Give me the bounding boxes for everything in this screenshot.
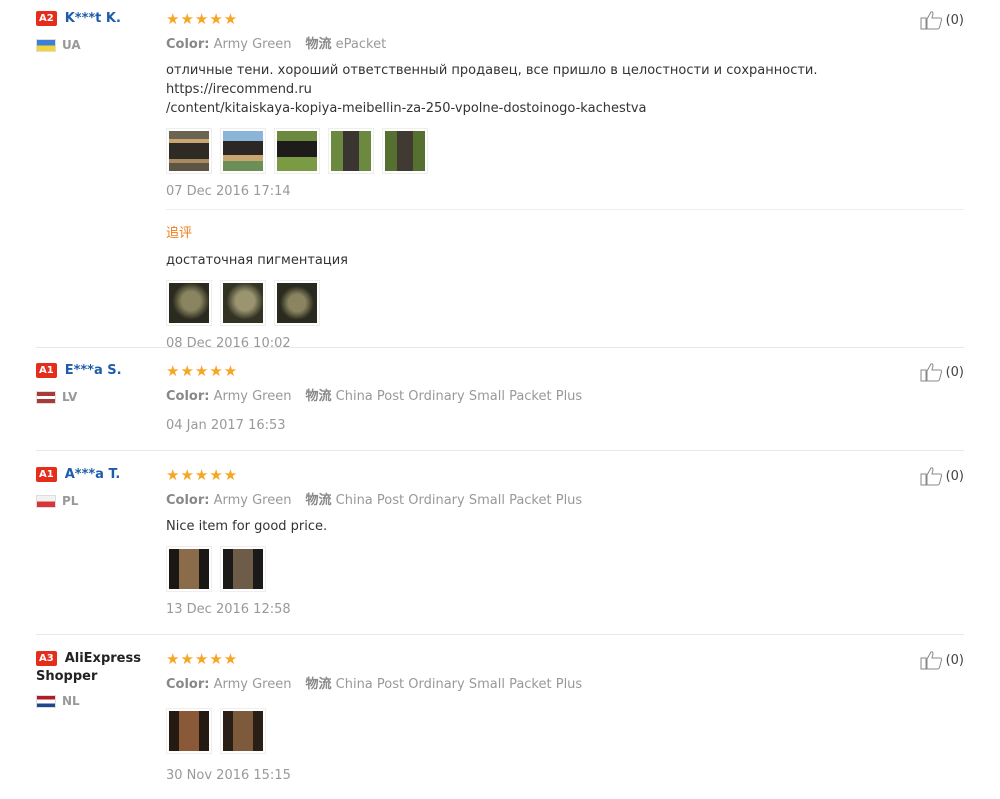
review-photo[interactable] — [328, 128, 374, 174]
order-info: Color: Army Green 物流 ePacket — [166, 37, 387, 52]
review-photo[interactable] — [220, 280, 266, 326]
followup-text: достаточная пигментация — [166, 253, 348, 268]
reviewer-name[interactable]: E***a S. — [65, 363, 122, 378]
flag-icon — [36, 390, 56, 404]
country-code: LV — [62, 390, 78, 404]
divider — [36, 347, 964, 348]
country-code: PL — [62, 494, 79, 508]
reviewer-info: A1 A***a T. PL — [36, 466, 156, 508]
review-date: 04 Jan 2017 16:53 — [166, 418, 286, 433]
order-info: Color: Army Green 物流 China Post Ordinary … — [166, 677, 583, 692]
level-badge: A3 — [36, 651, 57, 666]
review-photos — [166, 546, 964, 592]
like-button[interactable]: (0) — [920, 466, 964, 486]
reviewer-info: A1 E***a S. LV — [36, 362, 156, 404]
review-photos — [166, 128, 964, 174]
review-photo[interactable] — [166, 280, 212, 326]
review-photo[interactable] — [166, 546, 212, 592]
level-badge: A1 — [36, 363, 57, 378]
review-photo[interactable] — [166, 128, 212, 174]
country-code: NL — [62, 694, 80, 708]
review-text: Nice item for good price. — [166, 519, 328, 534]
like-count: (0) — [945, 364, 964, 380]
review-photo[interactable] — [166, 708, 212, 754]
level-badge: A2 — [36, 11, 57, 26]
followup-photos — [166, 280, 964, 326]
like-count: (0) — [945, 468, 964, 484]
reviewer-info: A3 AliExpress Shopper NL — [36, 650, 156, 708]
flag-icon — [36, 694, 56, 708]
like-count: (0) — [945, 12, 964, 28]
order-info: Color: Army Green 物流 China Post Ordinary … — [166, 493, 583, 508]
reviewer-info: A2 K***t K. UA — [36, 10, 156, 52]
flag-icon — [36, 494, 56, 508]
order-info: Color: Army Green 物流 China Post Ordinary … — [166, 389, 583, 404]
divider — [166, 209, 964, 210]
review-date: 30 Nov 2016 15:15 — [166, 768, 291, 783]
flag-icon — [36, 38, 56, 52]
review-date: 13 Dec 2016 12:58 — [166, 602, 291, 617]
like-button[interactable]: (0) — [920, 10, 964, 30]
thumbs-up-icon — [920, 363, 942, 382]
review-photo[interactable] — [382, 128, 428, 174]
followup-date: 08 Dec 2016 10:02 — [166, 336, 291, 351]
reviewer-name[interactable]: K***t K. — [65, 11, 121, 26]
country-code: UA — [62, 38, 81, 52]
followup-label: 追评 — [166, 226, 193, 241]
like-count: (0) — [945, 652, 964, 668]
review-photo[interactable] — [274, 128, 320, 174]
review-photo[interactable] — [220, 708, 266, 754]
review-photo[interactable] — [220, 546, 266, 592]
rating-stars: ★★★★★ — [166, 650, 239, 668]
review-photo[interactable] — [274, 280, 320, 326]
reviewer-name[interactable]: A***a T. — [65, 467, 121, 482]
divider — [36, 450, 964, 451]
review-photos — [166, 708, 964, 754]
review-text: отличные тени. хороший ответственный про… — [166, 63, 818, 116]
rating-stars: ★★★★★ — [166, 10, 239, 28]
thumbs-up-icon — [920, 651, 942, 670]
like-button[interactable]: (0) — [920, 650, 964, 670]
rating-stars: ★★★★★ — [166, 466, 239, 484]
review-date: 07 Dec 2016 17:14 — [166, 184, 291, 199]
reviewer-name-line2: Shopper — [36, 669, 98, 684]
reviewer-name-line1: AliExpress — [64, 651, 141, 666]
like-button[interactable]: (0) — [920, 362, 964, 382]
thumbs-up-icon — [920, 11, 942, 30]
thumbs-up-icon — [920, 467, 942, 486]
rating-stars: ★★★★★ — [166, 362, 239, 380]
review-photo[interactable] — [220, 128, 266, 174]
divider — [36, 634, 964, 635]
level-badge: A1 — [36, 467, 57, 482]
